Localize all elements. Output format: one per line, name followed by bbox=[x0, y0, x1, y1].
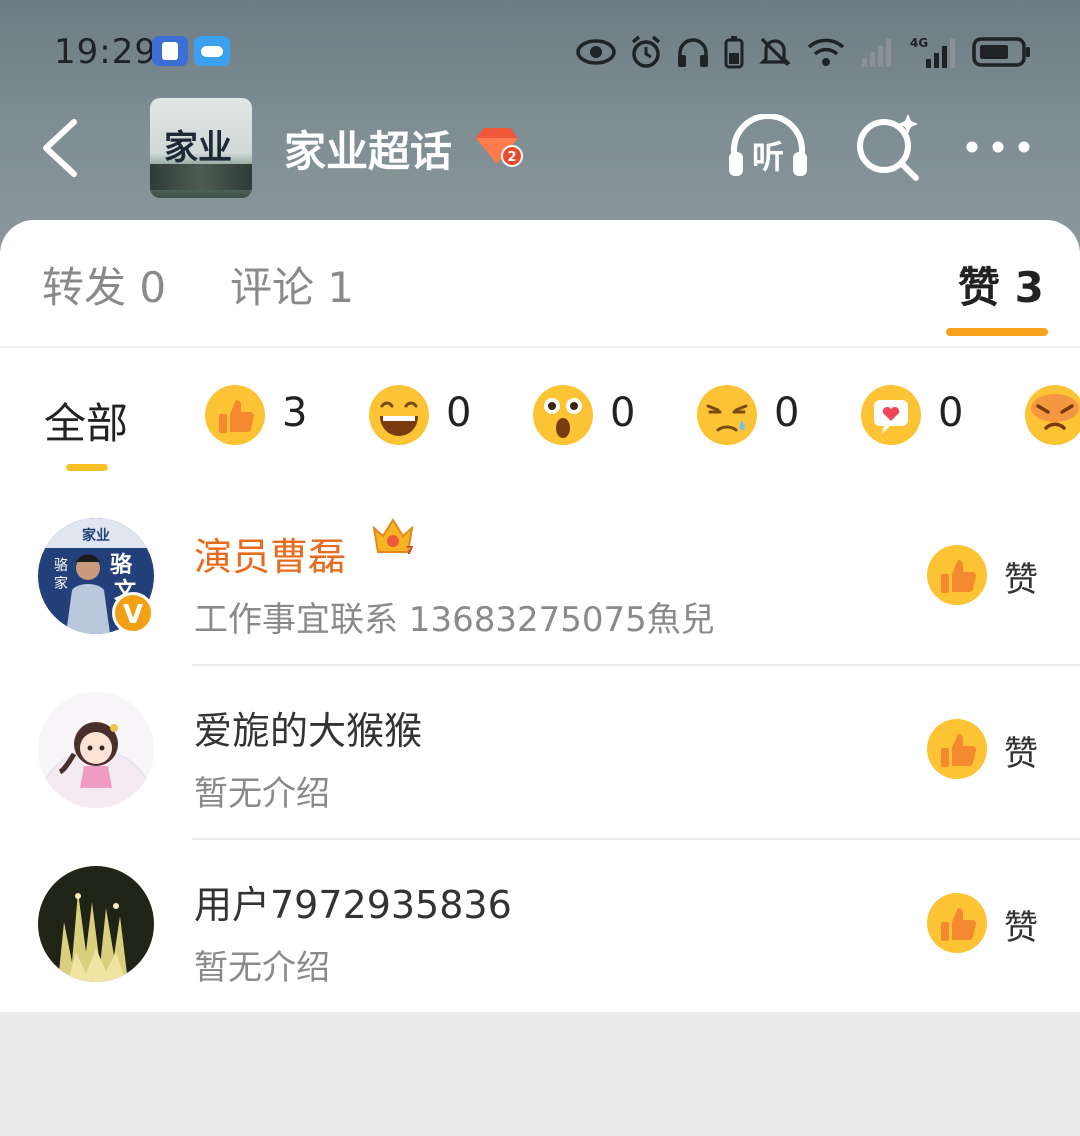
user-bio: 工作事宜联系 13683275075魚兒 bbox=[194, 600, 715, 640]
thumbs-up-icon[interactable] bbox=[926, 892, 988, 954]
cloud-icon bbox=[194, 36, 230, 66]
mute-icon bbox=[759, 37, 791, 67]
like-label[interactable]: 赞 bbox=[1004, 552, 1038, 601]
group-title[interactable]: 家业超话 bbox=[284, 118, 452, 179]
tab-reposts[interactable]: 转发 0 bbox=[42, 254, 166, 315]
active-tab-indicator bbox=[946, 328, 1048, 336]
reaction-count: 0 bbox=[610, 390, 636, 436]
thumbs-up-icon[interactable] bbox=[926, 718, 988, 780]
reaction-count: 0 bbox=[774, 390, 800, 436]
surprised-emoji-icon bbox=[533, 385, 593, 445]
thumbs-up-emoji-icon bbox=[205, 385, 265, 445]
user-name[interactable]: 演员曹磊 bbox=[194, 526, 346, 581]
reaction-count: 0 bbox=[938, 390, 964, 436]
user-name[interactable]: 爱旎的大猴猴 bbox=[194, 700, 422, 755]
network-label: 4G bbox=[910, 36, 928, 50]
alarm-icon bbox=[631, 35, 661, 68]
tab-comments[interactable]: 评论 1 bbox=[230, 254, 354, 315]
4g-signal-icon: 4G bbox=[910, 36, 955, 68]
group-avatar-text: 家业 bbox=[164, 128, 232, 168]
tab-likes[interactable]: 赞 3 bbox=[958, 254, 1044, 315]
verified-badge-icon: V bbox=[112, 592, 154, 634]
avatar[interactable] bbox=[38, 692, 154, 808]
reaction-count: 3 bbox=[282, 390, 308, 436]
svg-text:家业: 家业 bbox=[82, 527, 110, 544]
user-bio: 暂无介绍 bbox=[194, 774, 330, 814]
avatar-image bbox=[38, 692, 154, 808]
user-name[interactable]: 用户7972935836 bbox=[194, 874, 512, 929]
reaction-filter-all[interactable]: 全部 bbox=[44, 390, 128, 451]
svg-text:家: 家 bbox=[54, 575, 68, 592]
active-filter-indicator bbox=[66, 464, 108, 471]
eye-icon bbox=[576, 39, 616, 65]
laughing-emoji-icon bbox=[369, 385, 429, 445]
crown-vip-icon: 7 bbox=[372, 518, 414, 557]
wifi-icon bbox=[807, 38, 845, 66]
thumbs-up-icon[interactable] bbox=[926, 544, 988, 606]
svg-text:骆: 骆 bbox=[54, 558, 68, 574]
status-time: 19:29 bbox=[54, 32, 157, 72]
battery-saver-icon bbox=[724, 36, 744, 69]
reaction-filter-bar: 全部 3 0 0 0 0 bbox=[0, 348, 1080, 488]
headphones-icon bbox=[678, 38, 708, 67]
signal-icon bbox=[862, 39, 891, 67]
heart-emoji-icon bbox=[861, 385, 921, 445]
tab-bar: 转发 0 评论 1 赞 3 bbox=[0, 220, 1080, 348]
gem-level-icon: 2 bbox=[476, 128, 523, 167]
more-icon[interactable] bbox=[962, 136, 1034, 158]
group-avatar-scenery bbox=[150, 164, 252, 190]
like-label[interactable]: 赞 bbox=[1004, 726, 1038, 775]
divider bbox=[192, 1012, 1080, 1014]
reaction-count: 0 bbox=[446, 390, 472, 436]
like-label[interactable]: 赞 bbox=[1004, 900, 1038, 949]
like-user-row[interactable]: 家业 骆 家 骆 文 演员曹磊 7 工作事宜联系 13683275075魚兒 赞 bbox=[0, 492, 1080, 666]
search-icon[interactable] bbox=[852, 110, 924, 182]
angry-emoji-icon bbox=[1025, 385, 1080, 445]
crying-emoji-icon bbox=[697, 385, 757, 445]
status-icons: 4G bbox=[576, 34, 1032, 70]
crown-level: 7 bbox=[406, 544, 414, 557]
back-icon[interactable] bbox=[34, 114, 94, 182]
svg-text:骆: 骆 bbox=[110, 552, 133, 578]
status-bar: 19:29 4G bbox=[0, 24, 1080, 80]
gem-level-number: 2 bbox=[507, 150, 516, 165]
group-avatar[interactable]: 家业 bbox=[150, 98, 252, 198]
app-notification-icon bbox=[152, 36, 188, 66]
avatar[interactable] bbox=[38, 866, 154, 982]
listen-icon[interactable]: 听 bbox=[726, 114, 810, 180]
likes-panel: 转发 0 评论 1 赞 3 全部 3 0 0 0 0 家业 骆 家 骆 文 演员… bbox=[0, 220, 1080, 1014]
user-bio: 暂无介绍 bbox=[194, 948, 330, 988]
nav-header: 家业 家业超话 2 听 bbox=[0, 96, 1080, 200]
listen-label: 听 bbox=[752, 138, 784, 176]
like-user-row[interactable]: 爱旎的大猴猴 暂无介绍 赞 bbox=[0, 666, 1080, 840]
battery-icon bbox=[972, 37, 1030, 67]
avatar-image bbox=[38, 866, 154, 982]
like-user-row[interactable]: 用户7972935836 暂无介绍 赞 bbox=[0, 840, 1080, 1014]
